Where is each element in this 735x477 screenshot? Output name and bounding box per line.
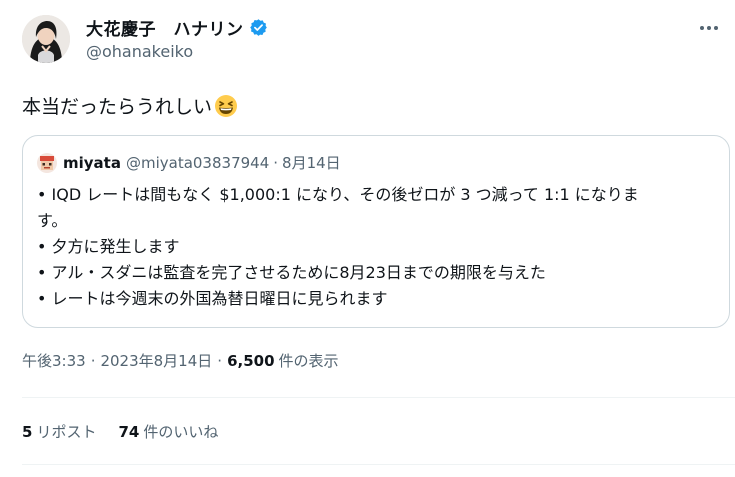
reposts-count: 5 bbox=[22, 422, 33, 441]
views-count: 6,500 bbox=[227, 351, 275, 370]
tweet: 大花慶子 ハナリン @ohanakeiko 本当だったらうれしい miyata … bbox=[0, 0, 735, 477]
quoted-line: す。 bbox=[37, 211, 68, 230]
quoted-line: • レートは今週末の外国為替日曜日に見られます bbox=[37, 289, 388, 308]
quoted-separator: · bbox=[273, 153, 279, 172]
quoted-line: • 夕方に発生します bbox=[37, 237, 180, 256]
author-info: 大花慶子 ハナリン @ohanakeiko bbox=[86, 14, 268, 61]
meta-separator: · bbox=[90, 351, 96, 370]
quoted-line: • アル・スダニは監査を完了させるために8月23日までの期限を与えた bbox=[37, 263, 546, 282]
tweet-date[interactable]: 2023年8月14日 bbox=[100, 350, 212, 371]
grinning-squinting-face-icon bbox=[214, 94, 238, 118]
author-handle[interactable]: @ohanakeiko bbox=[86, 42, 268, 61]
likes-count: 74 bbox=[118, 422, 140, 441]
more-options-icon[interactable] bbox=[697, 18, 721, 38]
engagement-stats: 5 リポスト 74 件のいいね bbox=[22, 421, 240, 442]
tweet-meta: 午後3:33 · 2023年8月14日 · 6,500 件の表示 bbox=[22, 350, 339, 371]
author-name[interactable]: 大花慶子 ハナリン bbox=[86, 15, 244, 40]
verified-badge-icon[interactable] bbox=[249, 18, 268, 37]
quoted-line: • IQD レートは間もなく $1,000:1 になり、その後ゼロが 3 つ減っ… bbox=[37, 185, 639, 204]
views-label: 件の表示 bbox=[278, 352, 339, 370]
quoted-author-avatar bbox=[37, 152, 57, 173]
quoted-tweet[interactable]: miyata @miyata03837944 · 8月14日 • IQD レート… bbox=[22, 135, 730, 328]
quoted-author-name: miyata bbox=[63, 153, 121, 172]
meta-separator: · bbox=[217, 351, 223, 370]
author-avatar[interactable] bbox=[22, 15, 70, 63]
author-name-row: 大花慶子 ハナリン bbox=[86, 14, 268, 40]
quoted-tweet-header: miyata @miyata03837944 · 8月14日 bbox=[37, 152, 341, 173]
tweet-time[interactable]: 午後3:33 bbox=[22, 350, 86, 371]
divider bbox=[22, 397, 735, 398]
quoted-author-handle: @miyata03837944 bbox=[125, 153, 270, 172]
reposts-link[interactable]: 5 リポスト bbox=[22, 421, 96, 442]
reposts-label: リポスト bbox=[36, 423, 97, 441]
likes-link[interactable]: 74 件のいいね bbox=[118, 421, 218, 442]
divider bbox=[22, 464, 735, 465]
quoted-date: 8月14日 bbox=[282, 154, 341, 172]
likes-label: 件のいいね bbox=[143, 423, 219, 441]
quoted-tweet-body: • IQD レートは間もなく $1,000:1 になり、その後ゼロが 3 つ減っ… bbox=[37, 182, 721, 312]
tweet-text: 本当だったらうれしい bbox=[22, 96, 213, 118]
tweet-text-container: 本当だったらうれしい bbox=[22, 92, 238, 119]
